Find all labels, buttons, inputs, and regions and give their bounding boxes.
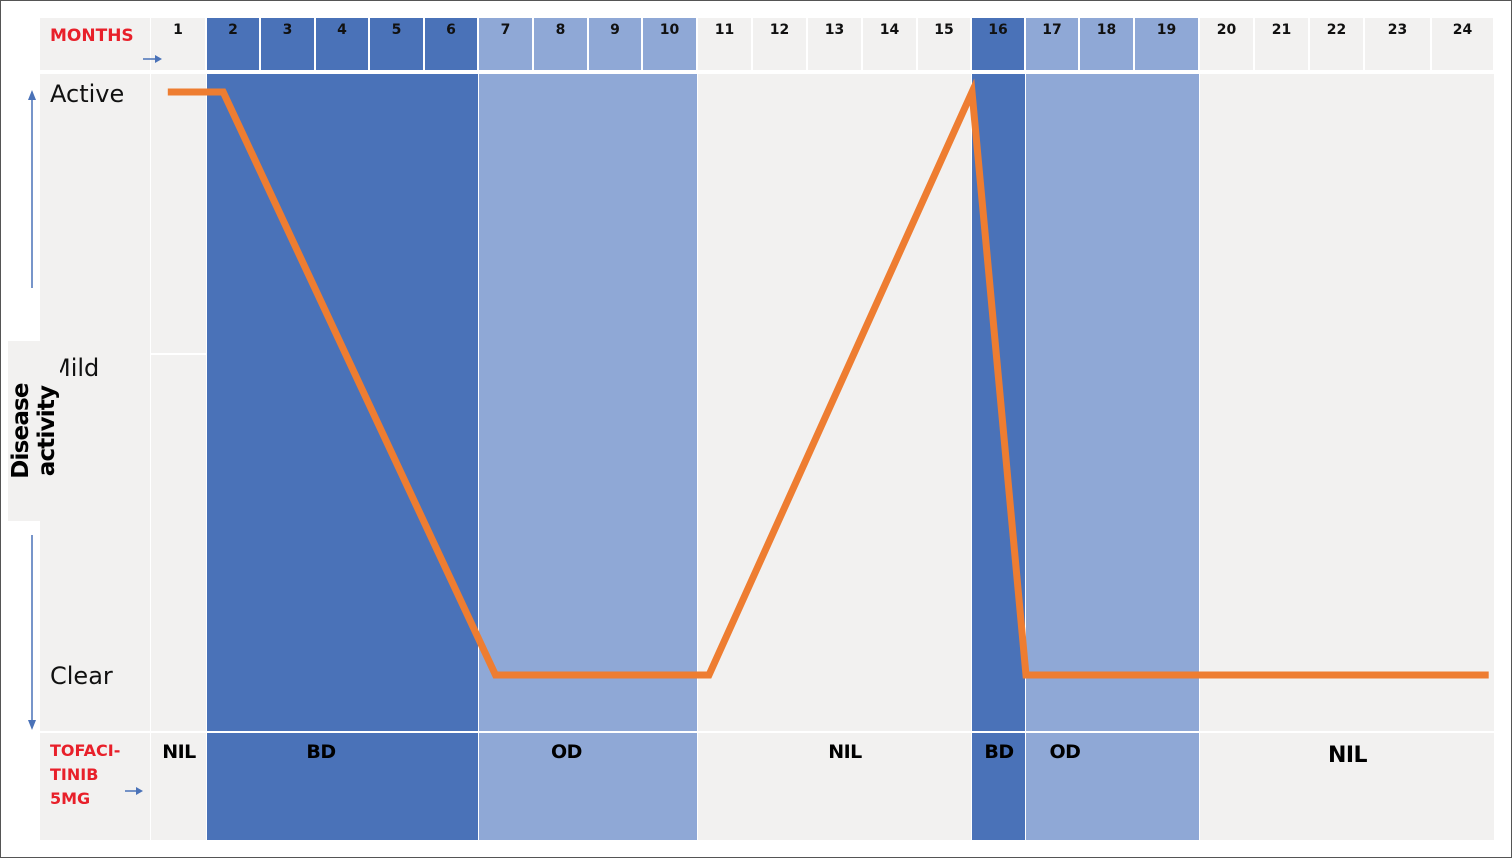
chart-overlay [28,55,1489,795]
arrow-right-icon [136,787,143,795]
disease-activity-line [167,78,1489,679]
arrow-right-icon [155,55,162,63]
arrow-up-icon [28,90,36,100]
arrow-down-icon [28,720,36,730]
